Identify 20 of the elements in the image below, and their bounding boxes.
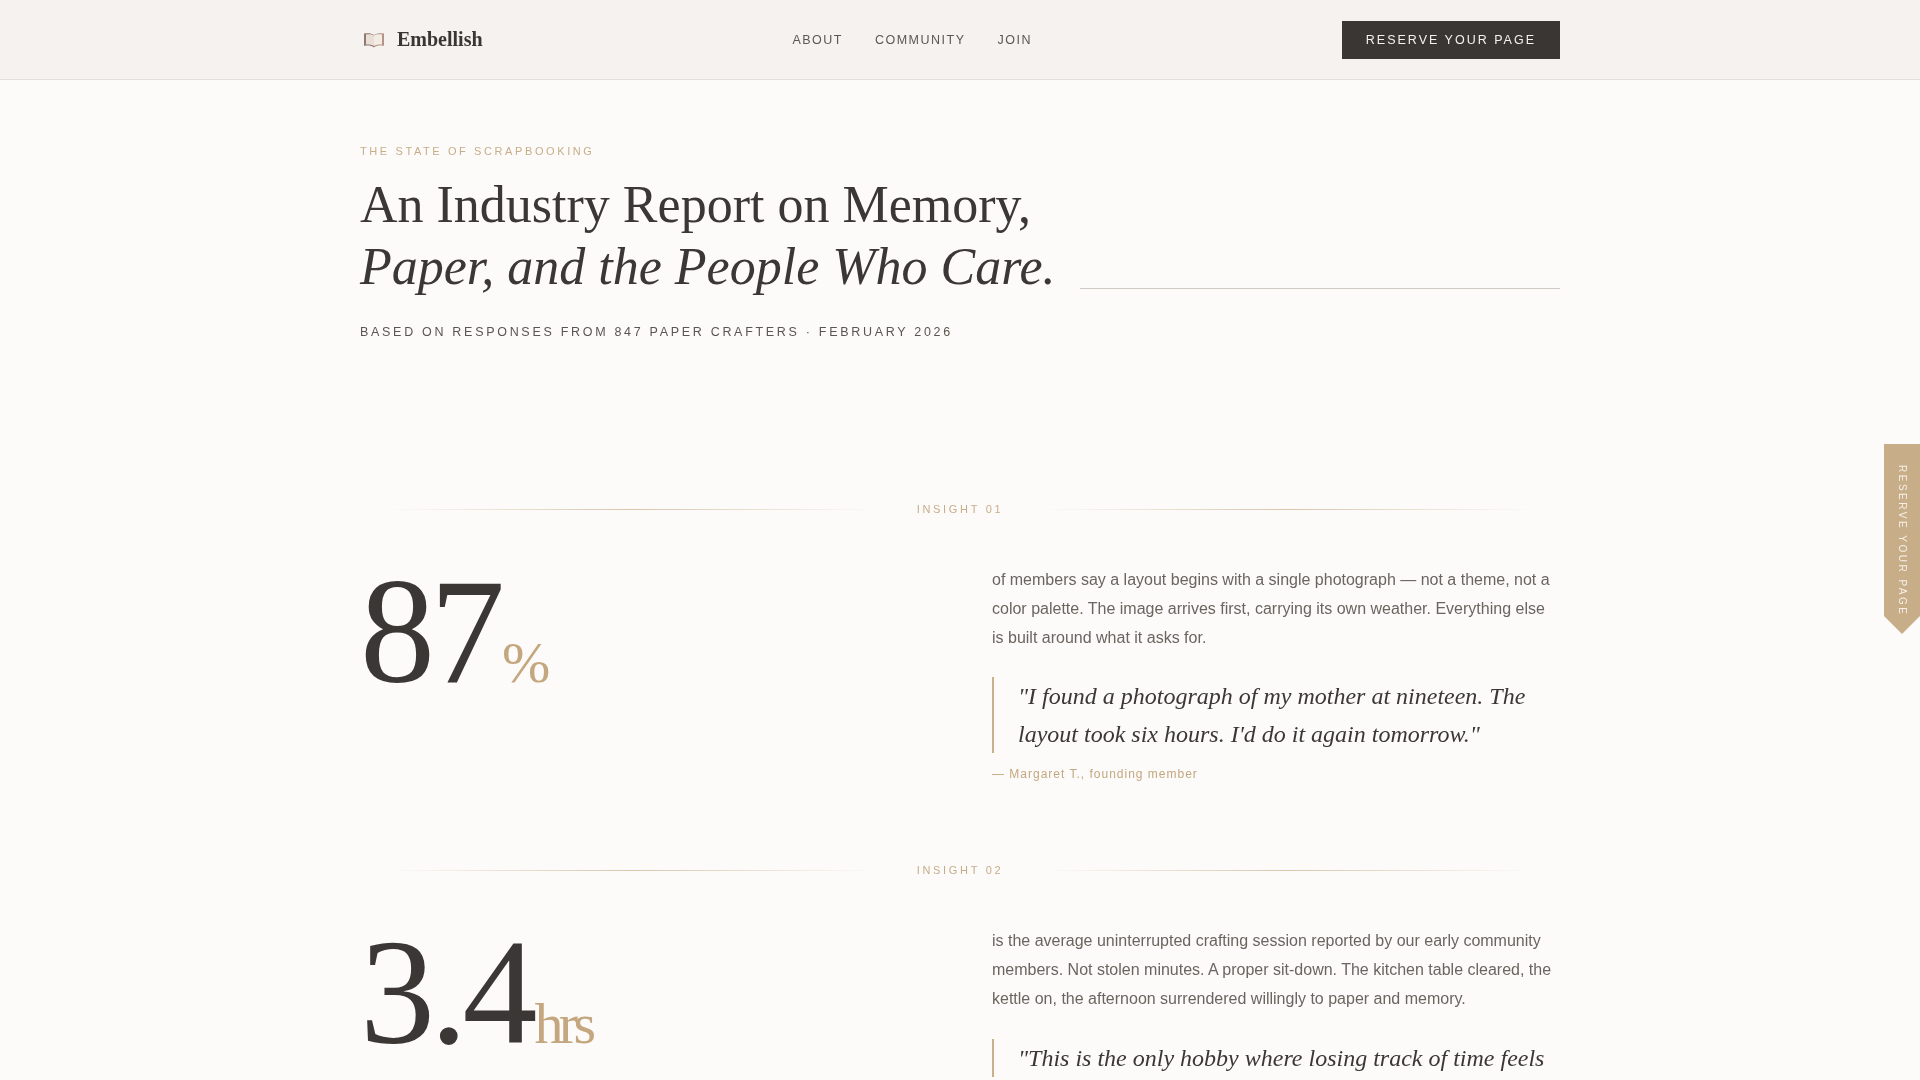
stat-unit: % <box>502 634 546 692</box>
section-eyebrow: THE STATE OF SCRAPBOOKING <box>360 144 595 158</box>
quote-attribution: — Margaret T., founding member <box>992 766 1198 783</box>
reserve-button[interactable]: RESERVE YOUR PAGE <box>1341 20 1560 59</box>
insight-label: INSIGHT 01 <box>915 503 1005 515</box>
stat-unit: hrs <box>534 995 592 1054</box>
stat-number: 3.4 <box>360 917 533 1068</box>
nav-link[interactable]: COMMUNITY <box>874 32 966 47</box>
stat-number: 87 <box>360 556 500 706</box>
insight-label: INSIGHT 02 <box>915 864 1005 877</box>
report-title: An Industry Report on Memory, Paper, and the People Who Care. <box>360 175 1056 297</box>
insight-text: of members say a layout begins with a single photograph — not a theme, not a color palette. The image arrives first, carrying its own weather. Everything else is built around what it asks for. <box>992 570 1551 648</box>
open-book-icon <box>364 31 384 48</box>
nav-link[interactable]: JOIN <box>997 32 1032 47</box>
nav-link[interactable]: ABOUT <box>792 32 843 47</box>
brand-name: Embellish <box>397 28 483 51</box>
member-quote: "This is the only hobby where losing track of time feels <box>992 1038 1560 1077</box>
insight-text: is the average uninterrupted crafting session reported by our early community members. Not stolen minutes. A proper sit-down. The kitchen table cleared, the kettle on, the afternoon surrendered willingly to paper and memory. <box>992 931 1553 1009</box>
member-quote: "I found a photograph of my mother at nineteen. The layout took six hours. I'd do it again tomorrow." <box>992 677 1560 754</box>
report-byline: BASED ON RESPONSES FROM 847 PAPER CRAFTERS · FEBRUARY 2026 <box>360 324 953 340</box>
